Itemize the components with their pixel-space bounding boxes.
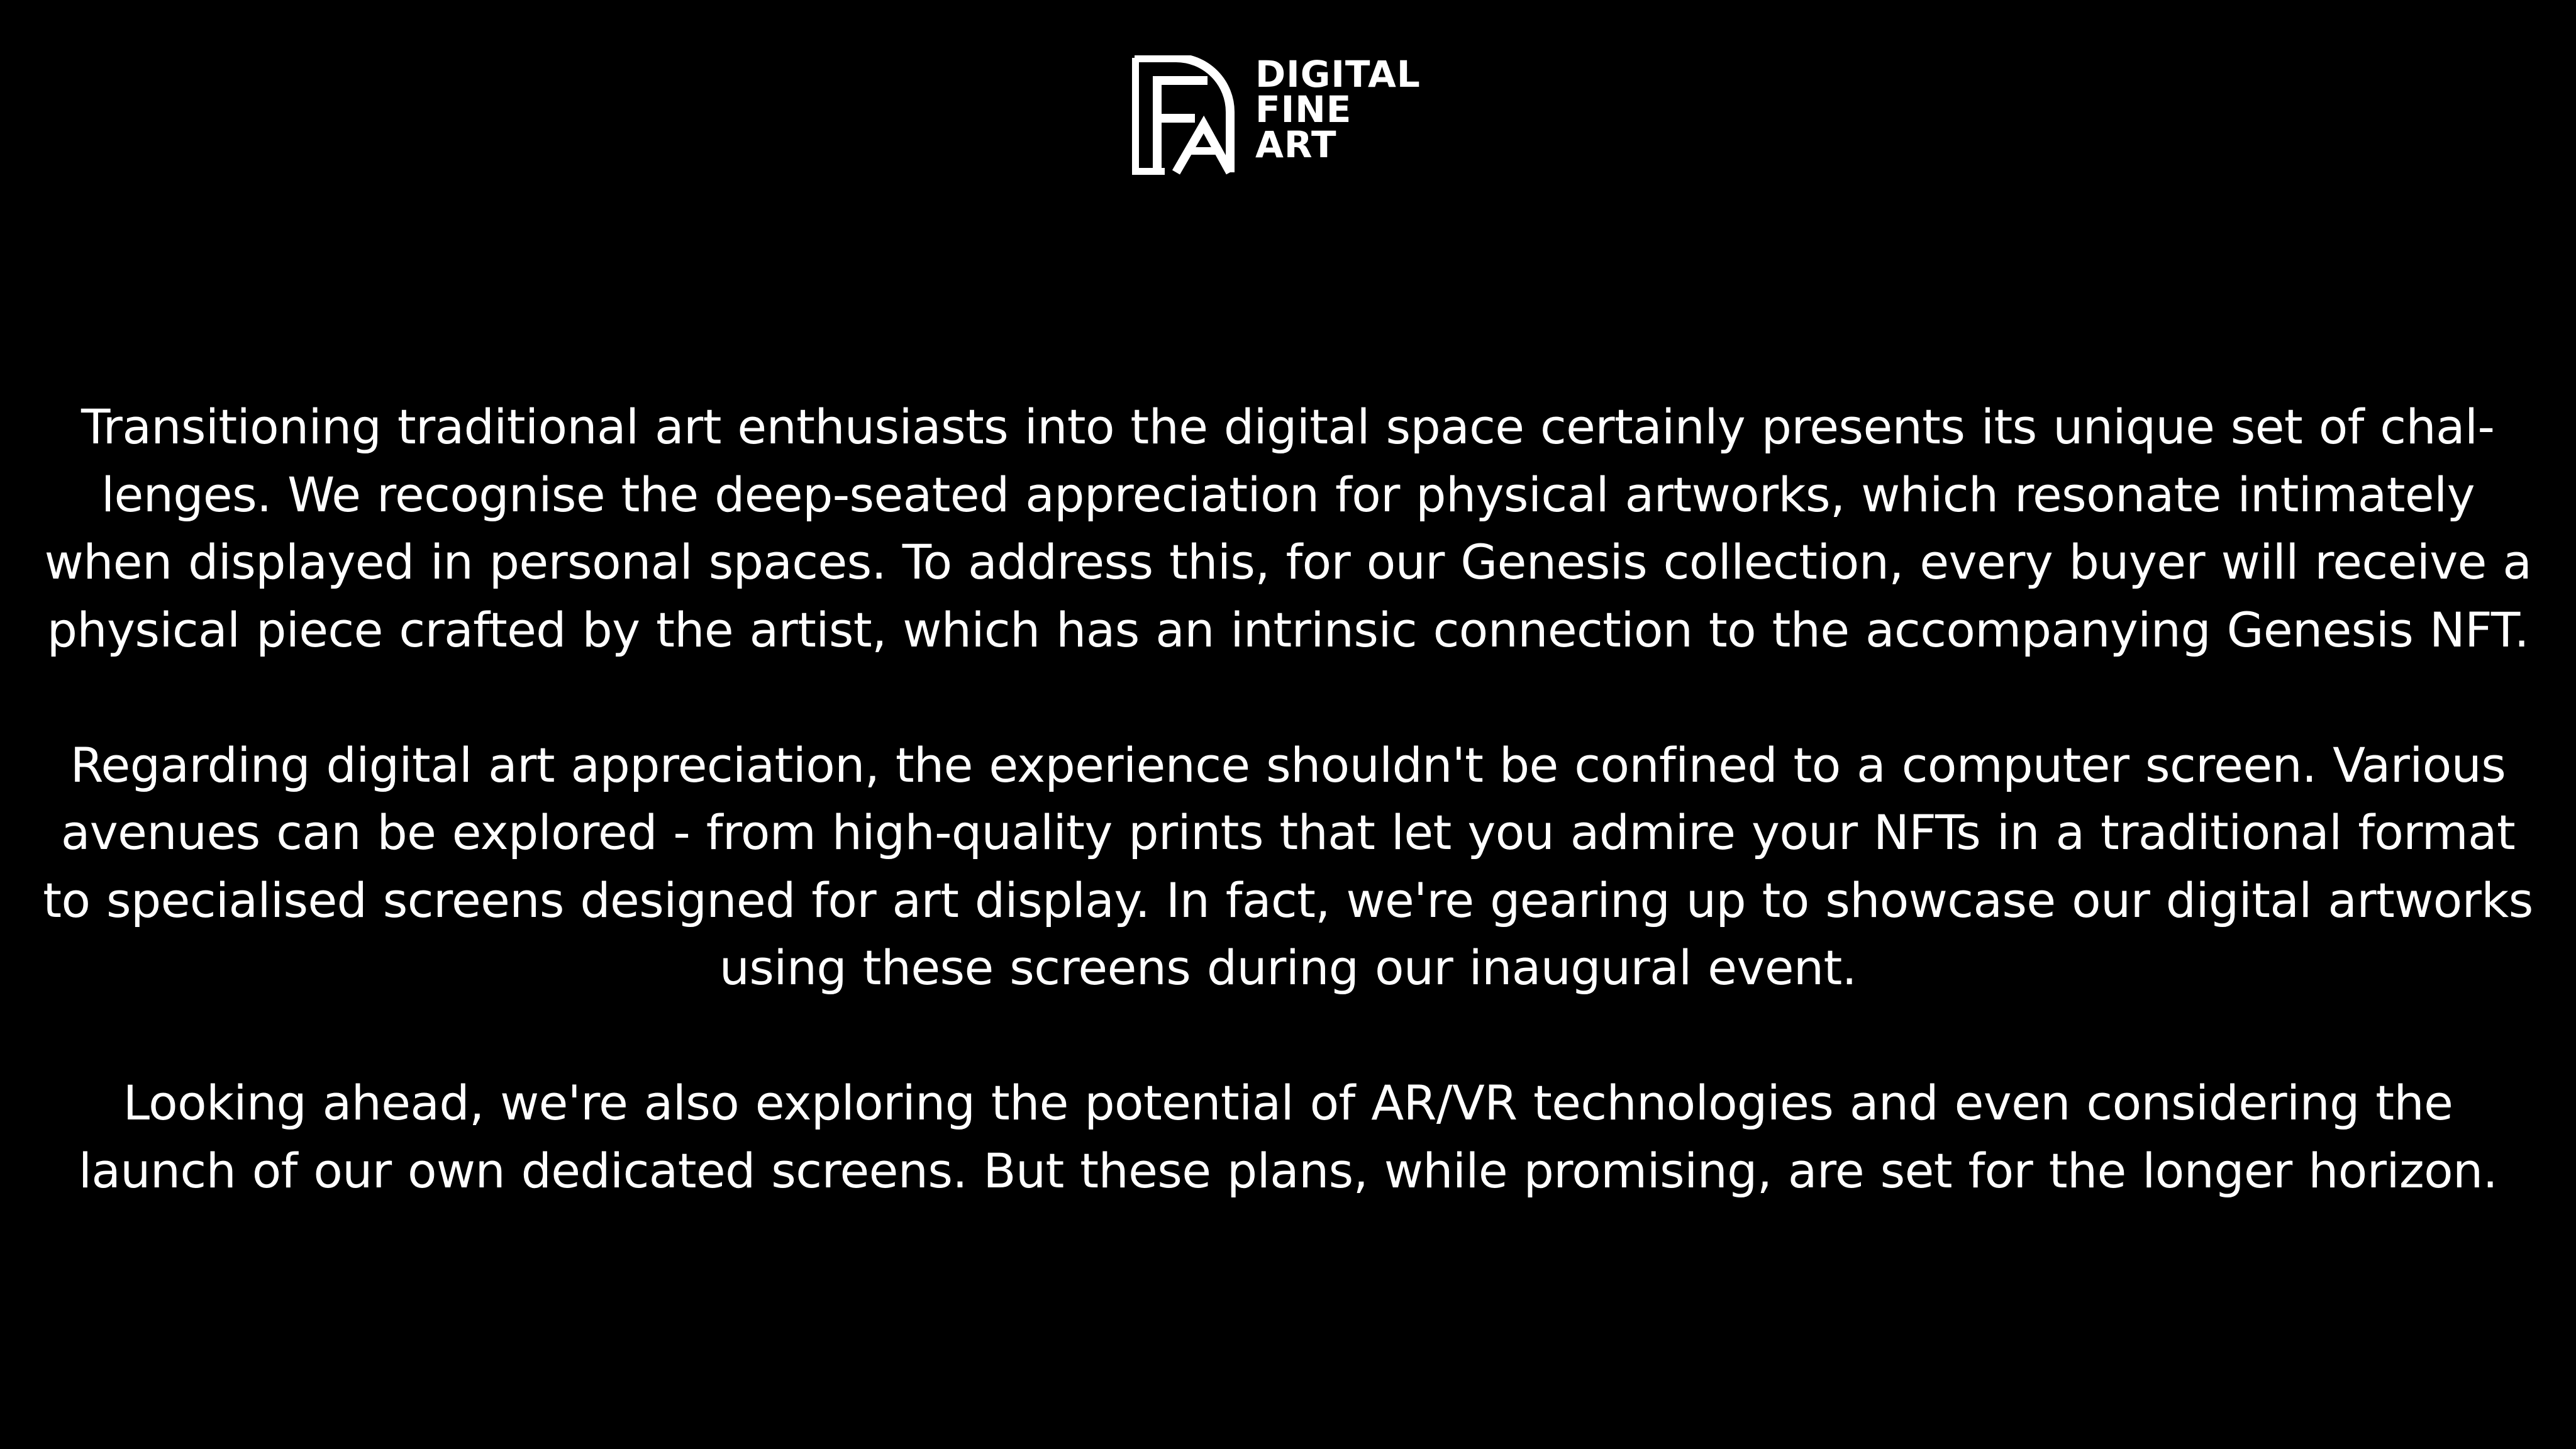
logo-wordmark: DIGITAL FINE ART — [1255, 53, 1421, 166]
page: DIGITAL FINE ART Transitioning tradition… — [0, 0, 2576, 1449]
logo-word-fine: FINE — [1255, 88, 1352, 131]
paragraph-looking-ahead: Looking ahead, we're also exploring the … — [78, 1075, 2498, 1199]
dfa-monogram-icon — [1132, 55, 1235, 175]
logo-word-art: ART — [1255, 123, 1337, 166]
paragraph-digital-appreciation: Regarding digital art appreciation, the … — [43, 736, 2533, 996]
brand-logo: DIGITAL FINE ART — [1132, 55, 1446, 181]
body-text: Transitioning traditional art enthusiast… — [38, 393, 2538, 1204]
paragraph-genesis-physical: Transitioning traditional art enthusiast… — [44, 399, 2532, 658]
logo-word-digital: DIGITAL — [1255, 53, 1421, 96]
